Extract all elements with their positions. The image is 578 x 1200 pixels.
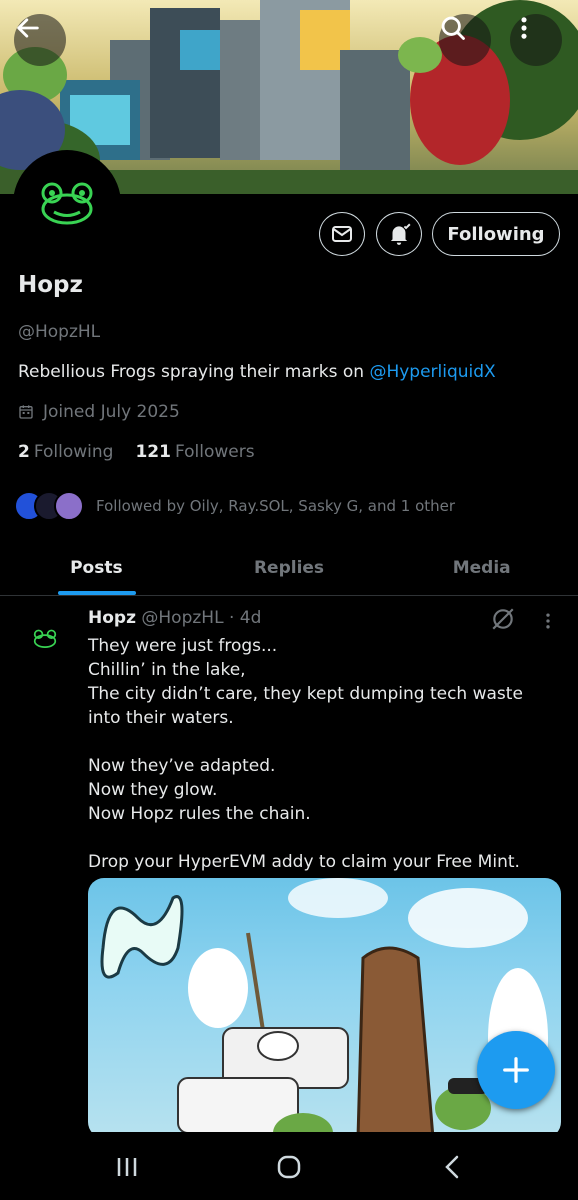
envelope-icon [332,226,352,242]
followed-by-row[interactable]: Followed by Oily, Ray.SOL, Sasky G, and … [14,488,455,524]
compose-post-button[interactable] [477,1031,555,1109]
profile-name: Hopz [18,272,83,298]
frog-logo-icon [41,182,93,225]
post-line: Now they’ve adapted. [88,756,276,776]
post-line: Chillin’ in the lake, [88,660,246,680]
post-body: They were just frogs... Chillin’ in the … [88,634,558,874]
post-header: Hopz @HopzHL · 4d [88,608,261,628]
post-author-name[interactable]: Hopz [88,608,136,628]
profile-avatar[interactable] [13,150,121,258]
grok-button[interactable] [490,606,516,636]
search-icon [441,16,465,40]
system-navigation-bar [0,1132,578,1200]
tab-media[interactable]: Media [385,540,578,595]
following-count: 2 [18,442,30,462]
followers-count: 121 [135,442,171,462]
more-vertical-icon [521,17,527,39]
post-line: The city didn’t care, they kept dumping … [88,684,523,728]
back-button[interactable] [14,14,66,66]
profile-tabs: Posts Replies Media [0,540,578,596]
post-more-button[interactable] [538,610,558,636]
grok-icon [492,608,514,630]
post-line: Now Hopz rules the chain. [88,804,311,824]
post-line [88,826,558,850]
post-author-avatar[interactable] [18,612,72,666]
search-button[interactable] [439,14,491,66]
profile-handle: @HopzHL [18,322,101,342]
notifications-button[interactable] [376,212,422,256]
recent-apps-icon[interactable] [112,1152,142,1182]
plus-icon [503,1057,529,1083]
post-author-handle: @HopzHL [141,608,224,628]
bio-text: Rebellious Frogs spraying their marks on [18,362,370,382]
post-line [88,730,558,754]
following-button[interactable]: Following [432,212,560,256]
home-icon[interactable] [274,1152,304,1182]
back-arrow-icon [17,18,39,38]
post-line: Now they glow. [88,780,218,800]
followers-label: Followers [174,442,255,462]
joined-date: Joined July 2025 [18,402,180,422]
joined-text: Joined July 2025 [43,402,180,422]
following-stat[interactable]: 2 Following [18,442,113,462]
tab-posts[interactable]: Posts [0,540,193,595]
post-time: · 4d [228,608,262,628]
bell-icon [390,223,411,245]
post-line: They were just frogs... [88,636,278,656]
profile-bio: Rebellious Frogs spraying their marks on… [18,362,496,382]
back-nav-icon[interactable] [438,1152,468,1182]
more-options-button[interactable] [510,14,562,66]
followed-by-text: Followed by Oily, Ray.SOL, Sasky G, and … [96,497,456,515]
frog-logo-icon [33,629,57,649]
tab-replies[interactable]: Replies [193,540,386,595]
post-line: Drop your HyperEVM addy to claim your Fr… [88,852,520,872]
follow-stats: 2 Following 121 Followers [18,442,255,462]
following-label: Following [33,442,114,462]
followers-stat[interactable]: 121 Followers [135,442,254,462]
calendar-icon [19,405,33,419]
more-vertical-icon [546,613,550,629]
follower-avatar [54,491,84,521]
bio-mention-link[interactable]: @HyperliquidX [369,362,495,382]
message-button[interactable] [319,212,365,256]
